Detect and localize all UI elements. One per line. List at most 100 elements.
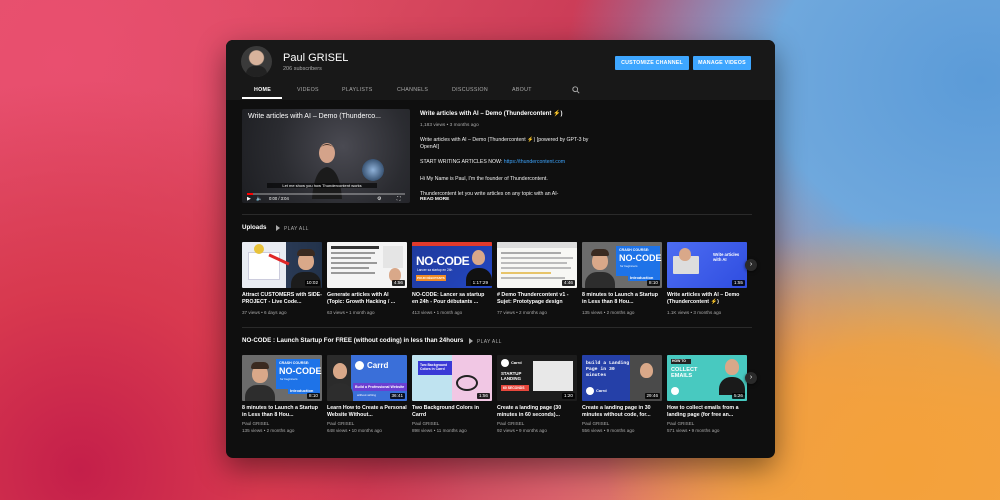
video-duration: 10:02 [304,280,320,286]
video-duration: 1:20 [562,393,575,399]
video-duration: 4:56 [392,280,405,286]
video-meta: 77 views • 2 months ago [497,310,547,315]
uploads-title[interactable]: Uploads [242,224,266,231]
thumb-text: STARTUP LANDING [501,371,522,381]
active-tab-indicator [242,97,282,99]
video-thumbnail[interactable]: Two Background Colors in Carrd 1:56 [412,355,492,401]
tab-discussion[interactable]: DISCUSSION [452,87,488,93]
thumb-text: NO-CODE [619,253,662,263]
video-duration: 8:10 [647,280,660,286]
play-icon [469,338,473,344]
video-duration: 36:41 [389,393,405,399]
thumb-text: for beginners [620,264,638,268]
tab-videos[interactable]: VIDEOS [297,87,319,93]
description-link[interactable]: https://thundercontent.com [504,159,565,165]
thumb-text: build a Landing Page in 30 minutes [586,361,630,378]
playlist-title[interactable]: NO-CODE : Launch Startup For FREE (witho… [242,337,463,344]
presenter-figure [312,143,342,199]
uploads-shelf: 10:02 Attract CUSTOMERS with SIDE-PROJEC… [242,242,757,322]
uploads-play-all[interactable]: PLAY ALL [276,225,309,232]
video-title[interactable]: Create a landing page in 30 minutes with… [582,405,662,419]
video-author[interactable]: Paul GRISEL [242,421,269,426]
customize-channel-button[interactable]: CUSTOMIZE CHANNEL [615,56,689,70]
tab-about[interactable]: ABOUT [512,87,532,93]
thumb-text: COLLECT EMAILS [671,367,698,379]
video-thumbnail[interactable]: CRASH COURSE: NO-CODE for beginners Intr… [242,355,322,401]
video-title[interactable]: # Demo Thundercontent v1 - Sujet: Protot… [497,292,577,306]
read-more-link[interactable]: READ MORE [420,197,449,202]
chevron-right-icon[interactable]: › [745,372,757,384]
video-thumbnail[interactable]: Carrd Build a Professional Website witho… [327,355,407,401]
tab-channels[interactable]: CHANNELS [397,87,428,93]
thumb-text: NO-CODE [279,366,322,376]
youtube-channel-window: Paul GRISEL 206 subscribers CUSTOMIZE CH… [226,40,775,458]
video-thumbnail[interactable]: 4:46 [497,242,577,288]
video-duration: 8:10 [307,393,320,399]
video-title[interactable]: 8 minutes to Launch a Startup in Less th… [582,292,662,306]
video-title[interactable]: Generate articles with AI (Topic: Growth… [327,292,407,306]
thumb-text: Carrd [596,388,607,393]
video-author[interactable]: Paul GRISEL [327,421,354,426]
manage-videos-button[interactable]: MANAGE VIDEOS [693,56,751,70]
tab-playlists[interactable]: PLAYLISTS [342,87,373,93]
play-icon [276,225,280,231]
chevron-right-icon[interactable]: › [745,259,757,271]
player-controls: ▶ 🔈 0:00 / 3:04 ⚙ ⛶ [247,196,405,202]
thumb-text: Lancer sa startup en 24h [417,268,453,272]
video-author[interactable]: Paul GRISEL [667,421,694,426]
play-icon[interactable]: ▶ [247,196,251,202]
video-title[interactable]: Attract CUSTOMERS with SIDE-PROJECT - Li… [242,292,322,306]
video-title[interactable]: How to collect emails from a landing pag… [667,405,747,419]
fullscreen-icon[interactable]: ⛶ [397,196,401,202]
video-title[interactable]: Learn How to Create a Personal Website W… [327,405,407,419]
video-title[interactable]: 8 minutes to Launch a Startup in Less th… [242,405,322,419]
video-title[interactable]: NO-CODE: Lancer sa startup en 24h - Pour… [412,292,492,306]
video-meta: 648 views • 10 months ago [327,428,382,433]
thumb-text: CRASH COURSE: [619,248,650,252]
thumb-text: CRASH COURSE: [279,361,310,365]
volume-icon[interactable]: 🔈 [256,196,262,202]
section-divider [242,327,752,328]
video-meta: 37 views • 6 days ago [242,310,287,315]
featured-description-line3: Hi My Name is Paul, I'm the founder of T… [420,176,548,182]
video-thumbnail[interactable]: 10:02 [242,242,322,288]
channel-header: Paul GRISEL 206 subscribers CUSTOMIZE CH… [226,40,775,100]
video-thumbnail[interactable]: build a Landing Page in 30 minutes Carrd… [582,355,662,401]
video-thumbnail[interactable]: HOW TO COLLECT EMAILS 5:26 [667,355,747,401]
video-duration: 29:46 [644,393,660,399]
video-thumbnail[interactable]: 4:56 [327,242,407,288]
tab-home[interactable]: HOME [254,87,271,93]
video-meta: 898 views • 11 months ago [412,428,467,433]
avatar[interactable] [241,46,272,77]
video-thumbnail[interactable]: CRASH COURSE: NO-CODE for beginners Intr… [582,242,662,288]
video-title[interactable]: Write articles with AI – Demo (Thunderco… [667,292,747,306]
playlist-play-all[interactable]: PLAY ALL [469,338,502,345]
video-author[interactable]: Paul GRISEL [412,421,439,426]
thumb-text: NO-CODE [416,254,470,268]
featured-description-line1: Write articles with AI – Demo (Thunderco… [420,137,589,150]
settings-icon[interactable]: ⚙ [377,196,381,202]
featured-title[interactable]: Write articles with AI – Demo (Thunderco… [420,110,563,117]
video-thumbnail[interactable]: Carrd STARTUP LANDING 60 SECONDS 1:20 [497,355,577,401]
video-title[interactable]: Two Background Colors in Carrd [412,405,492,419]
search-icon[interactable] [572,86,580,94]
video-player[interactable]: Write articles with AI – Demo (Thunderco… [242,109,410,203]
playlist-shelf: CRASH COURSE: NO-CODE for beginners Intr… [242,355,757,445]
thumb-text: HOW TO [672,359,686,363]
featured-description-line2: START WRITING ARTICLES NOW: https://thun… [420,159,565,165]
video-meta: 571 views • 9 months ago [667,428,720,433]
video-title[interactable]: Create a landing page (30 minutes in 60 … [497,405,577,419]
video-author[interactable]: Paul GRISEL [582,421,609,426]
video-thumbnail[interactable]: Write articles with AI 1:55 [667,242,747,288]
video-thumbnail[interactable]: NO-CODE Lancer sa startup en 24h POUR DÉ… [412,242,492,288]
thumb-text: 60 SECONDS [503,386,525,390]
video-author[interactable]: Paul GRISEL [497,421,524,426]
thumb-text: POUR DÉBUTANTS [417,276,445,280]
video-duration: 1:56 [477,393,490,399]
video-duration: 1:17:29 [470,280,490,286]
player-caption: Let me show you how Thundercontent works [267,183,377,188]
thumb-text: without writing [357,393,377,397]
video-meta: 413 views • 1 month ago [412,310,463,315]
thumb-text: Carrd [511,360,522,365]
progress-bar[interactable] [247,193,405,195]
